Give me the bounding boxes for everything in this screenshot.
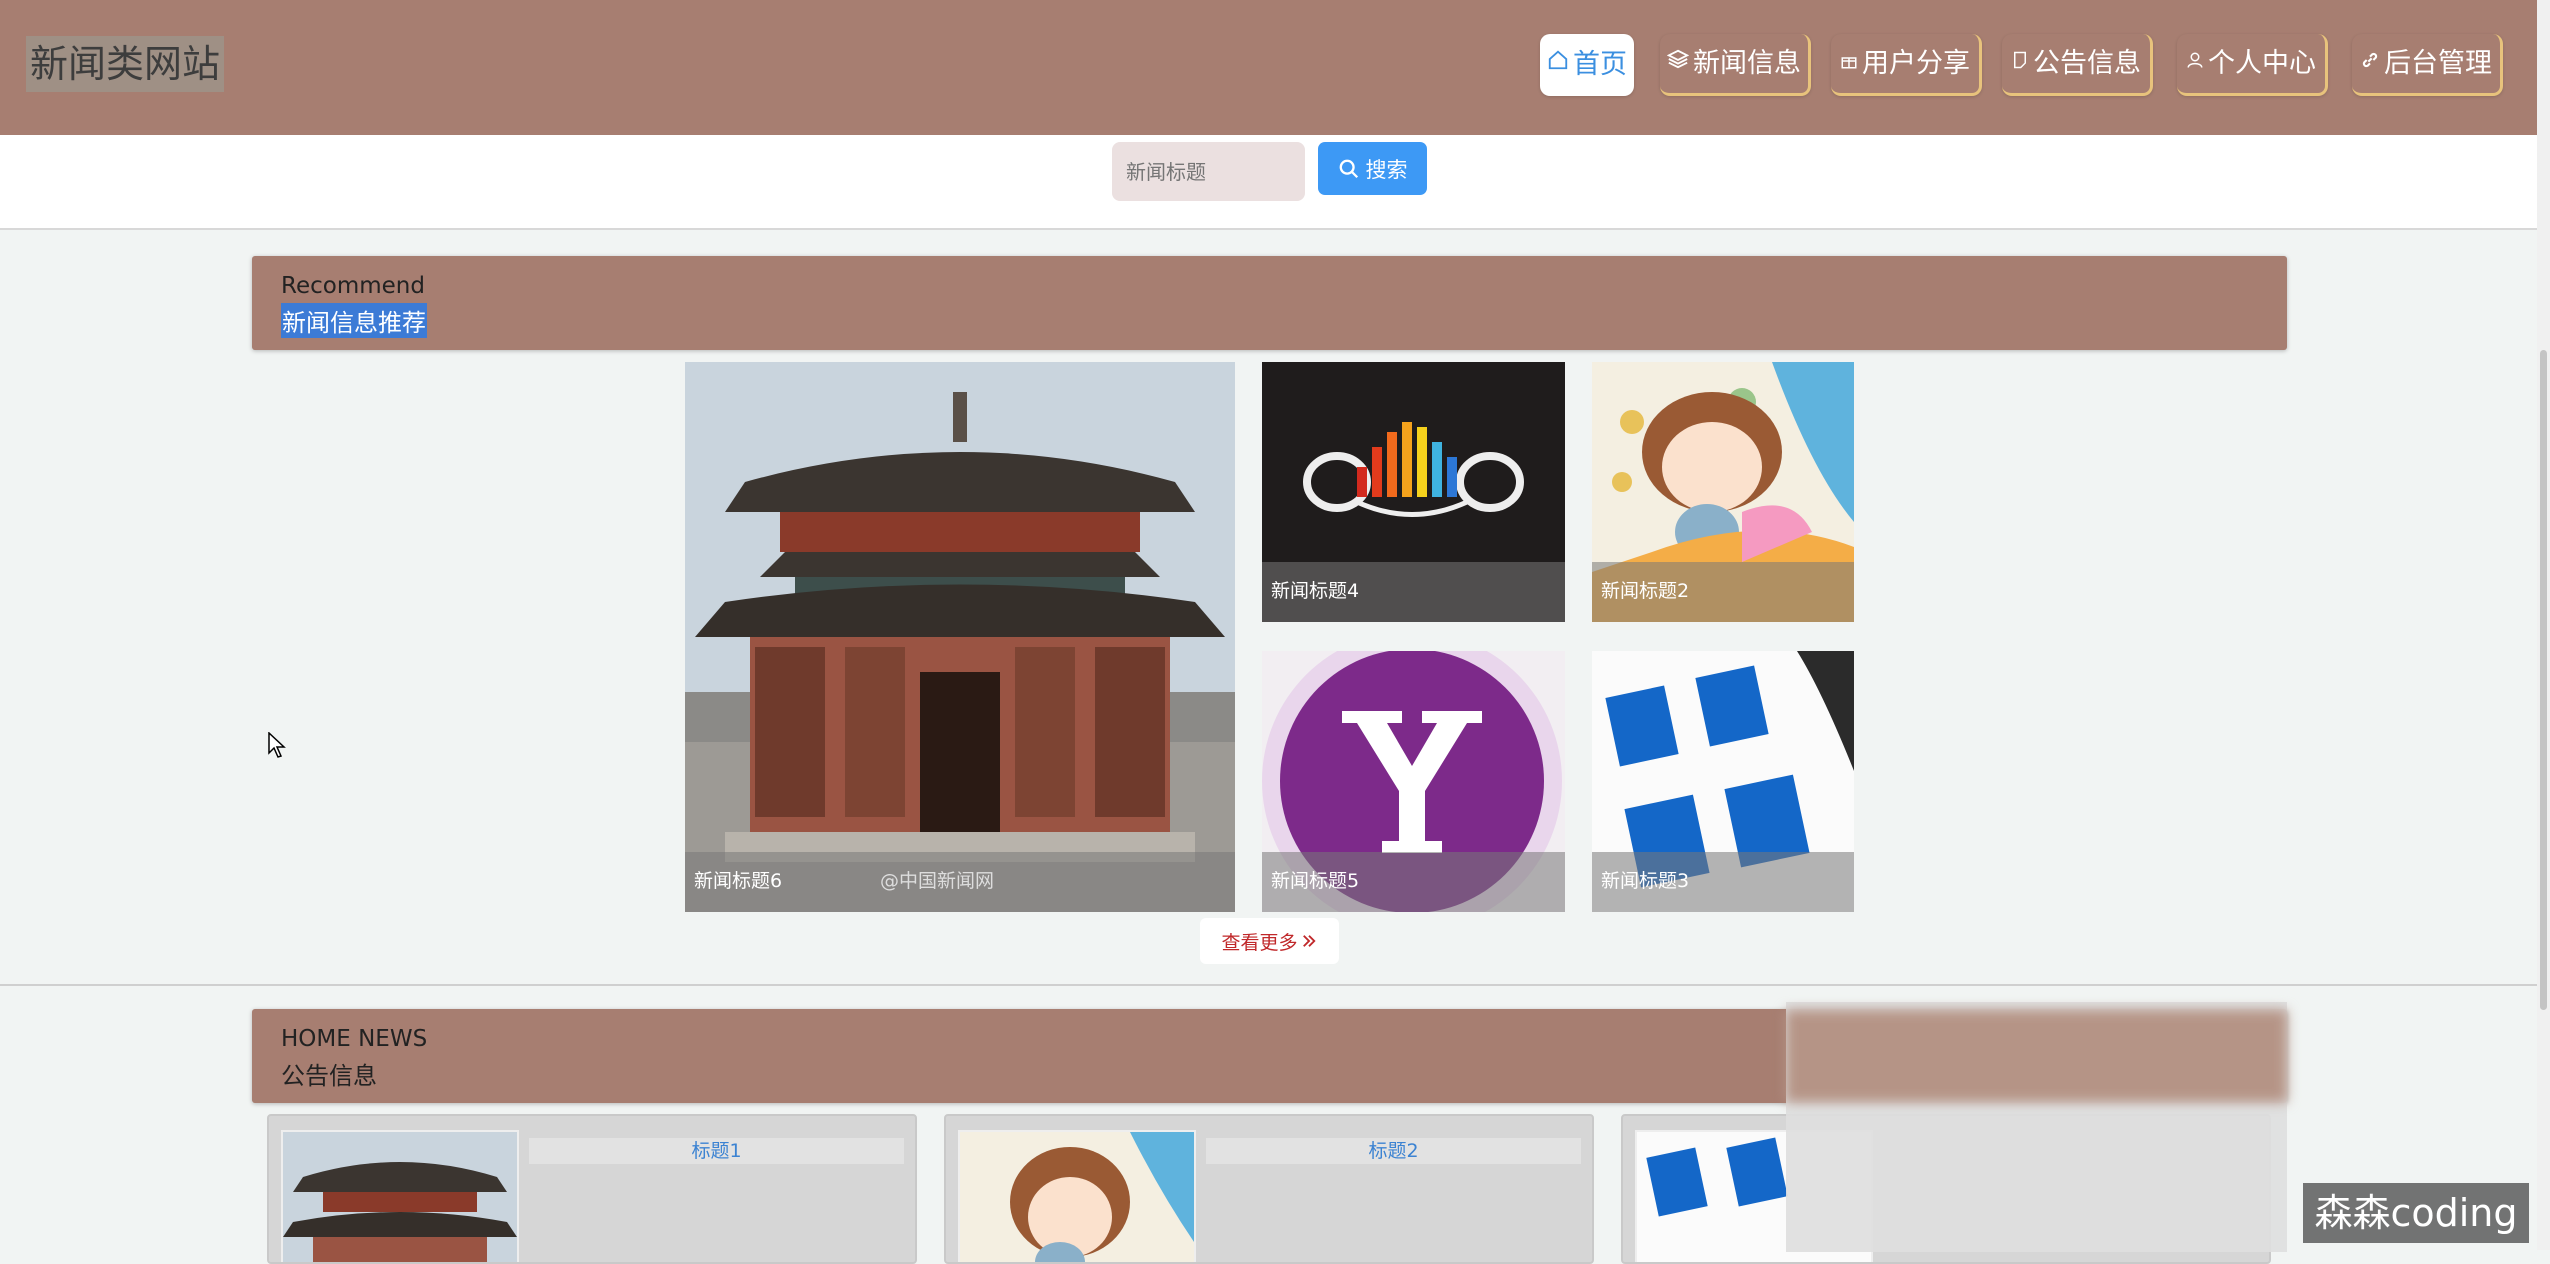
tile-caption: 新闻标题3 — [1592, 852, 1854, 912]
notice-thumbnail — [958, 1130, 1196, 1262]
news-tile[interactable]: 新闻标题6 @中国新闻网 — [685, 362, 1235, 912]
top-navbar — [0, 0, 2537, 135]
pavilion-image — [685, 362, 1235, 912]
link-icon — [2360, 35, 2380, 93]
recommend-heading-en: Recommend — [281, 273, 425, 299]
nav-notices-label: 公告信息 — [2033, 47, 2141, 79]
search-button[interactable]: 搜索 — [1318, 142, 1427, 195]
search-button-label: 搜索 — [1365, 157, 1408, 182]
mouse-cursor-icon — [268, 732, 286, 758]
notice-thumbnail — [281, 1130, 519, 1262]
notice-title[interactable]: 标题1 — [529, 1138, 904, 1164]
site-title[interactable]: 新闻类网站 — [26, 36, 225, 92]
nav-home-label: 首页 — [1573, 49, 1627, 80]
tile-caption: 新闻标题5 — [1262, 852, 1565, 912]
nav-notices[interactable]: 公告信息 — [2002, 34, 2153, 96]
search-input[interactable] — [1112, 142, 1305, 201]
news-tile[interactable]: 新闻标题5 — [1262, 651, 1565, 912]
nav-profile[interactable]: 个人中心 — [2177, 34, 2328, 96]
gift-icon — [1840, 35, 1858, 93]
nav-news-label: 新闻信息 — [1693, 47, 1801, 79]
double-chevron-right-icon — [1302, 935, 1316, 947]
notice-card[interactable]: 标题2 — [944, 1114, 1594, 1264]
vertical-scrollbar[interactable] — [2537, 0, 2550, 1250]
nav-profile-label: 个人中心 — [2208, 47, 2316, 79]
notice-title[interactable]: 标题2 — [1206, 1138, 1581, 1164]
view-more-button[interactable]: 查看更多 — [1200, 918, 1339, 964]
view-more-label: 查看更多 — [1221, 931, 1298, 954]
nav-news[interactable]: 新闻信息 — [1660, 34, 1811, 96]
note-icon — [2011, 35, 2029, 93]
nav-admin-label: 后台管理 — [2384, 47, 2492, 79]
nav-admin[interactable]: 后台管理 — [2352, 34, 2503, 96]
news-tile[interactable]: 新闻标题2 — [1592, 362, 1854, 622]
search-icon — [1339, 159, 1358, 178]
scrollbar-thumb[interactable] — [2540, 350, 2547, 1010]
news-tile[interactable]: 新闻标题4 — [1262, 362, 1565, 622]
section-divider — [0, 984, 2537, 986]
blurred-overlay — [1786, 1002, 2287, 1252]
news-tile[interactable]: 新闻标题3 — [1592, 651, 1854, 912]
layers-icon — [1666, 35, 1690, 93]
nav-user-share[interactable]: 用户分享 — [1831, 34, 1982, 96]
image-watermark: @中国新闻网 — [880, 870, 995, 892]
notice-card[interactable]: 标题1 — [267, 1114, 917, 1264]
recommend-section-header: Recommend 新闻信息推荐 — [252, 256, 2287, 350]
user-icon — [2186, 35, 2204, 93]
tile-caption: 新闻标题2 — [1592, 562, 1854, 622]
notices-heading-cn: 公告信息 — [281, 1062, 377, 1090]
notices-heading-en: HOME NEWS — [281, 1026, 428, 1052]
tile-caption: 新闻标题6 @中国新闻网 — [685, 852, 1235, 912]
home-icon — [1547, 36, 1569, 94]
tile-caption: 新闻标题4 — [1262, 562, 1565, 622]
nav-user-share-label: 用户分享 — [1862, 47, 1970, 79]
nav-home[interactable]: 首页 — [1540, 34, 1634, 96]
corner-watermark: 森森coding — [2303, 1183, 2529, 1243]
recommend-heading-cn: 新闻信息推荐 — [281, 303, 427, 338]
